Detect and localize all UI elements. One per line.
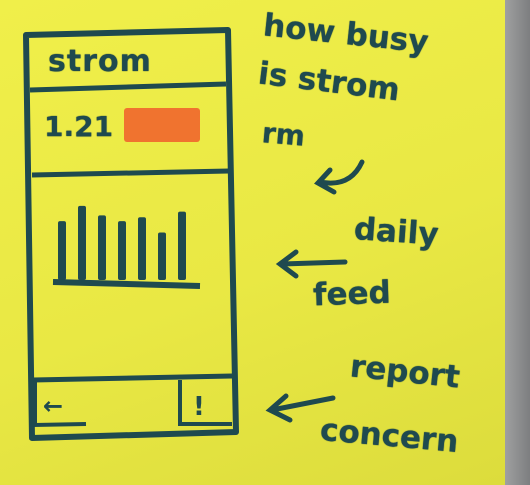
bottom-nav-divider	[32, 373, 233, 383]
app-title: strom	[48, 44, 152, 79]
feed-bar	[98, 215, 106, 280]
feed-bar-chart	[58, 205, 186, 280]
feed-bar	[118, 221, 126, 280]
exclamation-icon[interactable]: !	[193, 392, 205, 422]
header-divider	[29, 81, 227, 93]
arrow-left-icon[interactable]: ←	[43, 392, 63, 420]
arrow-busy	[314, 159, 365, 195]
annotation-feed-2: feed	[312, 274, 392, 314]
feed-baseline	[52, 279, 201, 289]
busyness-bar	[124, 108, 200, 142]
annotation-busy-3: rm	[260, 116, 307, 153]
concern-button-outline	[178, 380, 232, 426]
annotation-feed-1: daily	[352, 211, 440, 253]
panel-divider	[31, 168, 230, 178]
arrow-feed	[275, 249, 348, 279]
busyness-value: 1.21	[44, 110, 114, 143]
feed-bar	[158, 232, 166, 280]
feed-bar	[138, 217, 146, 280]
feed-bar	[178, 211, 186, 280]
feed-bar	[78, 205, 86, 280]
feed-bar	[58, 221, 66, 280]
